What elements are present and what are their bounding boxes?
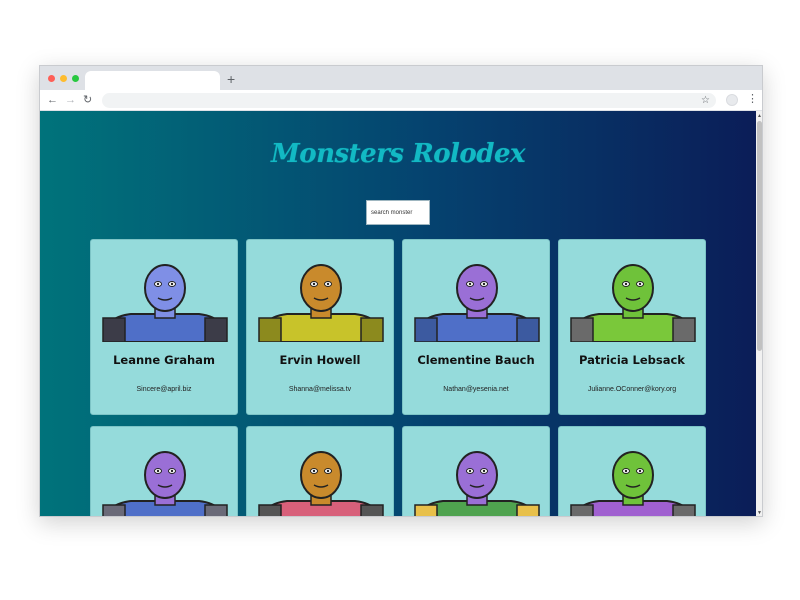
monster-avatar-image <box>102 264 228 342</box>
monster-avatar-image <box>414 264 540 342</box>
star-icon[interactable]: ☆ <box>701 93 710 108</box>
browser-toolbar: ← → ↻ ☆ ⋮ <box>40 90 762 110</box>
monster-card[interactable]: Clementine Bauch Nathan@yesenia.net <box>402 239 550 415</box>
arrow-right-icon[interactable]: → <box>65 93 76 107</box>
page-viewport: Monsters Rolodex Leanne Graham Sincere@ap… <box>40 111 756 516</box>
monster-email: Sincere@april.biz <box>136 386 192 393</box>
scrollbar-thumb[interactable] <box>757 121 762 351</box>
page-title: Monsters Rolodex <box>271 139 526 169</box>
monster-avatar-image <box>258 451 384 516</box>
plus-icon[interactable]: + <box>227 71 235 87</box>
monster-card[interactable]: Ervin Howell Shanna@melissa.tv <box>246 239 394 415</box>
monster-card[interactable] <box>246 426 394 516</box>
monster-card[interactable] <box>558 426 706 516</box>
maximize-window-button[interactable] <box>72 75 79 82</box>
scroll-up-arrow-icon[interactable]: ▲ <box>757 113 762 119</box>
monster-avatar-image <box>414 451 540 516</box>
monster-card[interactable]: Patricia Lebsack Julianne.OConner@kory.or… <box>558 239 706 415</box>
monster-card[interactable] <box>90 426 238 516</box>
monster-name: Leanne Graham <box>113 353 215 367</box>
minimize-window-button[interactable] <box>60 75 67 82</box>
profile-avatar[interactable] <box>726 94 738 106</box>
monster-avatar-image <box>570 264 696 342</box>
kebab-menu-icon[interactable]: ⋮ <box>747 92 758 107</box>
scroll-down-arrow-icon[interactable]: ▼ <box>757 510 762 516</box>
tab-strip: + <box>40 66 762 90</box>
monster-name: Ervin Howell <box>279 353 361 367</box>
reload-icon[interactable]: ↻ <box>83 93 92 107</box>
monster-avatar-image <box>570 451 696 516</box>
arrow-left-icon[interactable]: ← <box>47 93 58 107</box>
monster-card[interactable]: Leanne Graham Sincere@april.biz <box>90 239 238 415</box>
vertical-scrollbar[interactable]: ▲ ▼ <box>756 111 762 516</box>
browser-window: + ← → ↻ ☆ ⋮ Monsters Rolodex Leanne Grah… <box>39 65 763 517</box>
monster-email: Shanna@melissa.tv <box>288 386 352 393</box>
monster-avatar-image <box>258 264 384 342</box>
monster-avatar-image <box>102 451 228 516</box>
monster-email: Nathan@yesenia.net <box>443 386 509 393</box>
address-bar[interactable]: ☆ <box>102 93 716 108</box>
monster-card[interactable] <box>402 426 550 516</box>
monster-email: Julianne.OConner@kory.org <box>587 386 677 393</box>
monster-name: Patricia Lebsack <box>579 353 685 367</box>
close-window-button[interactable] <box>48 75 55 82</box>
search-input[interactable] <box>366 200 430 225</box>
monster-name: Clementine Bauch <box>417 353 535 367</box>
browser-tab[interactable] <box>85 71 220 90</box>
